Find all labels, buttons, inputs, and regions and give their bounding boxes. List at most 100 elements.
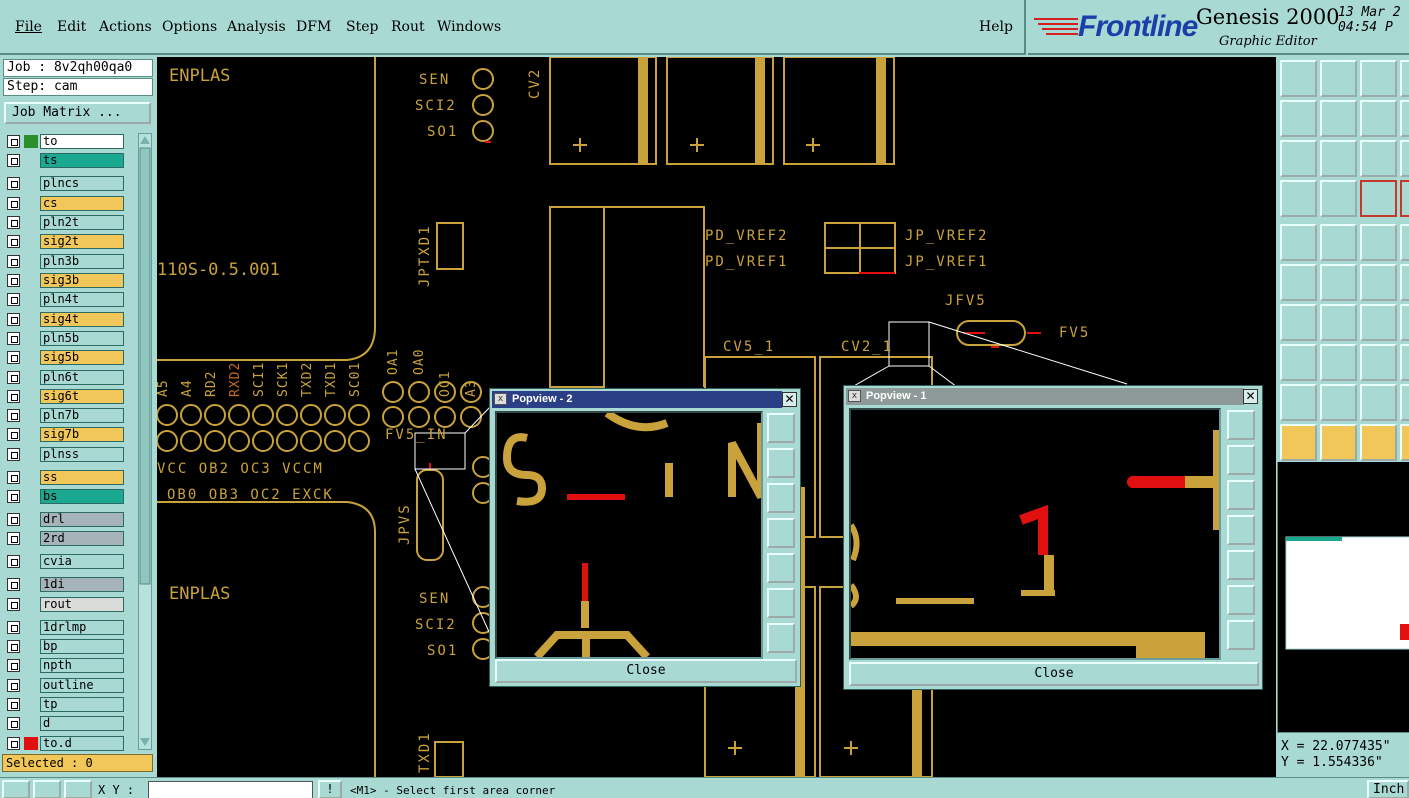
layer-name[interactable]: 1drlmp <box>40 619 124 635</box>
layer-checkbox[interactable] <box>7 532 20 546</box>
zoom-in-button[interactable] <box>1227 585 1255 615</box>
menu-rout[interactable]: Rout <box>391 19 425 35</box>
layer-checkbox[interactable] <box>7 555 20 569</box>
pointer-area-icon[interactable] <box>1360 424 1397 461</box>
window-menu-icon[interactable]: x <box>848 390 861 402</box>
popview-1-close-button[interactable]: Close <box>849 662 1259 686</box>
layer-row-ss[interactable]: ss <box>4 469 125 485</box>
layer-row-plncs[interactable]: plncs <box>4 175 125 192</box>
slope-icon[interactable] <box>1320 304 1357 341</box>
tool-icon[interactable] <box>1400 384 1409 421</box>
layer-name[interactable]: 1di <box>40 577 124 593</box>
minus-icon[interactable] <box>1320 344 1357 381</box>
layer-checkbox[interactable] <box>7 293 20 307</box>
layer-name[interactable]: sig3b <box>40 272 124 288</box>
layer-list-scrollbar[interactable] <box>138 133 152 750</box>
rotate-icon[interactable] <box>1360 304 1397 341</box>
menu-options[interactable]: Options <box>162 19 217 35</box>
layer-row-drl[interactable]: drl <box>4 511 125 528</box>
layer-row-sig5b[interactable]: sig5b <box>4 349 125 366</box>
popview-2-titlebar[interactable]: Popview - 2 <box>492 391 782 408</box>
layer-row-1drlmp[interactable]: 1drlmp <box>4 619 125 635</box>
pan-down-button[interactable] <box>767 483 795 513</box>
layer-name[interactable]: drl <box>40 512 124 528</box>
tool-icon[interactable] <box>1400 140 1409 177</box>
layer-row-sig7b[interactable]: sig7b <box>4 426 125 443</box>
layer-row-rout[interactable]: rout <box>4 596 125 612</box>
layer-name[interactable]: sig6t <box>40 388 124 404</box>
menu-actions[interactable]: Actions <box>99 19 152 35</box>
pan-down-button[interactable] <box>1227 480 1255 510</box>
layer-row-npth[interactable]: npth <box>4 657 125 674</box>
line-tool-icon[interactable] <box>1320 224 1357 261</box>
tool-icon[interactable] <box>1400 304 1409 341</box>
layer-row-cvia[interactable]: cvia <box>4 553 125 570</box>
tool-icon[interactable] <box>1400 224 1409 261</box>
popview-2-close-button[interactable]: Close <box>495 659 797 683</box>
settings-icon[interactable] <box>1280 180 1317 217</box>
layer-row-to[interactable]: to <box>4 133 125 149</box>
pan-left-button[interactable] <box>767 518 795 548</box>
info-icon[interactable]: ! <box>318 780 342 798</box>
pan-right-button[interactable] <box>767 553 795 583</box>
layer-checkbox[interactable] <box>7 196 20 210</box>
layer-name[interactable]: plncs <box>40 176 124 192</box>
popview-2-close-icon[interactable]: ✕ <box>782 392 797 407</box>
layer-row-pln4t[interactable]: pln4t <box>4 291 125 308</box>
grid-icon[interactable] <box>1320 180 1357 217</box>
pointer-icon[interactable] <box>1280 424 1317 461</box>
zoom-in-icon[interactable] <box>1280 140 1317 177</box>
layer-row-bs[interactable]: bs <box>4 488 125 505</box>
triangle-icon[interactable] <box>1280 384 1317 421</box>
tool-icon[interactable] <box>1400 60 1409 97</box>
layer-checkbox[interactable] <box>7 490 20 504</box>
zoom-home-button[interactable] <box>767 413 795 443</box>
layer-row-pln5b[interactable]: pln5b <box>4 330 125 346</box>
layer-name[interactable]: ss <box>40 469 124 485</box>
grid-mode-icon[interactable] <box>64 780 92 798</box>
layer-checkbox[interactable] <box>7 428 20 442</box>
zoom-out-button[interactable] <box>767 623 795 653</box>
menu-file[interactable]: File <box>15 19 42 35</box>
popview-2-viewport[interactable] <box>495 411 763 659</box>
window-menu-icon[interactable]: x <box>494 393 507 405</box>
arch-icon[interactable] <box>1360 384 1397 421</box>
zoom-in-button[interactable] <box>767 588 795 618</box>
tool-icon[interactable] <box>1400 264 1409 301</box>
menu-windows[interactable]: Windows <box>437 19 501 35</box>
net-icon[interactable] <box>1280 264 1317 301</box>
layer-name[interactable]: d <box>40 716 124 732</box>
layer-checkbox[interactable] <box>7 659 20 673</box>
layer-checkbox[interactable] <box>7 736 20 750</box>
pan-right-button[interactable] <box>1227 550 1255 580</box>
layer-row-pln2t[interactable]: pln2t <box>4 214 125 230</box>
layer-row-1di[interactable]: 1di <box>4 576 125 593</box>
layer-name[interactable]: cs <box>40 195 124 211</box>
pan-left-icon[interactable] <box>1280 100 1317 137</box>
layer-checkbox[interactable] <box>7 597 20 611</box>
pan-left-button[interactable] <box>1227 515 1255 545</box>
layer-name[interactable]: sig7b <box>40 427 124 443</box>
layer-name[interactable]: sig4t <box>40 311 124 327</box>
zoom-out-icon[interactable] <box>1320 140 1357 177</box>
ruler-icon[interactable] <box>1360 224 1397 261</box>
layer-name[interactable]: outline <box>40 677 124 693</box>
cursor-mode-icon[interactable] <box>2 780 30 798</box>
popview-1-viewport[interactable] <box>849 408 1221 660</box>
layer-row-2rd[interactable]: 2rd <box>4 530 125 547</box>
layer-checkbox[interactable] <box>7 273 20 287</box>
layer-name[interactable]: pln6t <box>40 369 124 385</box>
angle-icon[interactable] <box>1280 304 1317 341</box>
layer-checkbox[interactable] <box>7 215 20 229</box>
layer-row-ts[interactable]: ts <box>4 152 125 169</box>
pan-up-icon[interactable] <box>1280 60 1317 97</box>
layer-checkbox[interactable] <box>7 578 20 592</box>
menu-edit[interactable]: Edit <box>57 19 86 35</box>
layer-row-d[interactable]: d <box>4 715 125 732</box>
layer-checkbox[interactable] <box>7 620 20 634</box>
layer-name[interactable]: plnss <box>40 446 124 462</box>
layer-name[interactable]: bs <box>40 489 124 505</box>
layer-checkbox[interactable] <box>7 331 20 345</box>
layer-name[interactable]: to.d <box>40 735 124 751</box>
layer-name[interactable]: sig2t <box>40 234 124 250</box>
